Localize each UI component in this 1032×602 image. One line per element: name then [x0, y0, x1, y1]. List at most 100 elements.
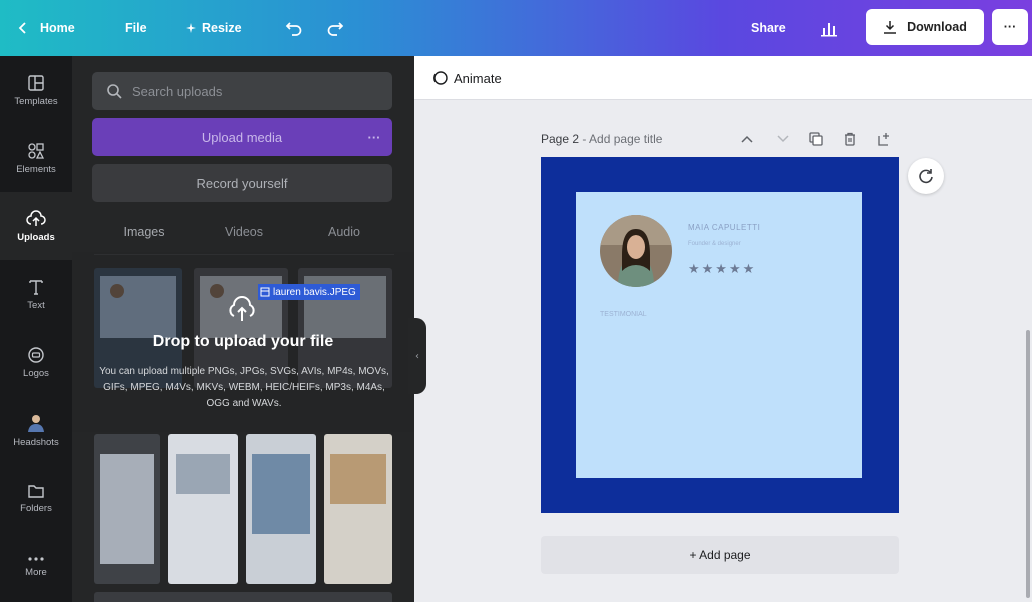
move-page-up-button[interactable]	[738, 130, 756, 148]
add-page-button[interactable]: + Add page	[541, 536, 899, 574]
rail-label: Text	[27, 299, 45, 311]
download-label: Download	[907, 20, 967, 34]
uploads-panel: Upload media ··· Record yourself Images …	[72, 56, 414, 602]
person-role[interactable]: Founder & designer	[688, 241, 741, 247]
uploads-icon	[26, 209, 46, 226]
profile-photo[interactable]	[600, 215, 672, 287]
profile-photo-image	[600, 215, 672, 287]
collapse-panel-handle[interactable]: ‹	[408, 318, 426, 394]
tab-videos[interactable]: Videos	[194, 216, 294, 248]
rail-item-logos[interactable]: Logos	[0, 328, 72, 396]
tab-label: Videos	[225, 225, 263, 239]
rail-item-more[interactable]: More	[0, 532, 72, 600]
testimonial-card[interactable]: MAIA CAPULETTI Founder & designer ★★★★★ …	[576, 192, 862, 478]
insights-button[interactable]	[820, 0, 838, 56]
thumbnail-preview	[330, 454, 386, 504]
regenerate-button[interactable]	[908, 158, 944, 194]
drop-subtitle: You can upload multiple PNGs, JPGs, SVGs…	[99, 366, 389, 409]
record-label: Record yourself	[196, 175, 288, 191]
upload-media-button[interactable]: Upload media ···	[92, 118, 392, 156]
more-options-button[interactable]: ···	[992, 9, 1028, 45]
share-button[interactable]: Share	[751, 0, 786, 56]
star-rating[interactable]: ★★★★★	[688, 262, 756, 277]
elements-icon	[28, 142, 45, 159]
person-name[interactable]: MAIA CAPULETTI	[688, 223, 760, 232]
dragged-file-tag: lauren bavis.JPEG	[258, 284, 360, 300]
delete-page-button[interactable]	[841, 130, 859, 148]
file-icon	[260, 287, 270, 297]
animate-icon	[433, 71, 448, 85]
page-number-label: Page 2	[541, 132, 580, 146]
folders-icon	[28, 484, 44, 498]
chevron-left-icon	[18, 22, 26, 34]
search-icon	[107, 84, 122, 99]
upload-media-label: Upload media	[201, 129, 283, 145]
page-header: Page 2 - Add page title	[541, 128, 899, 152]
duplicate-icon	[809, 132, 823, 146]
refresh-icon	[919, 169, 933, 184]
move-page-down-button[interactable]	[774, 130, 792, 148]
search-input[interactable]	[92, 72, 392, 110]
tab-audio[interactable]: Audio	[294, 216, 394, 248]
page-title[interactable]: Page 2 - Add page title	[541, 132, 662, 146]
rail-item-text[interactable]: Text	[0, 260, 72, 328]
upload-options-label: ···	[367, 129, 381, 145]
editor-toolbar: Animate	[414, 56, 1032, 100]
cloud-upload-icon	[229, 296, 255, 321]
upload-thumbnail-row	[94, 592, 392, 602]
rail-label: Uploads	[17, 231, 55, 243]
record-yourself-button[interactable]: Record yourself	[92, 164, 392, 202]
duplicate-page-button[interactable]	[807, 130, 825, 148]
animate-button[interactable]: Animate	[432, 56, 502, 100]
add-page-after-button[interactable]	[875, 130, 893, 148]
more-options-label: ···	[1003, 20, 1017, 34]
thumbnail-preview	[252, 454, 310, 534]
rail-item-templates[interactable]: Templates	[0, 56, 72, 124]
redo-button[interactable]	[326, 0, 344, 56]
rail-item-elements[interactable]: Elements	[0, 124, 72, 192]
headshots-icon	[28, 414, 44, 432]
undo-button[interactable]	[285, 0, 303, 56]
rail-item-headshots[interactable]: Headshots	[0, 396, 72, 464]
undo-icon	[285, 22, 302, 36]
rail-label: Elements	[16, 163, 56, 175]
home-label: Home	[40, 21, 75, 35]
redo-icon	[327, 22, 344, 36]
canvas-scrollbar[interactable]	[1026, 330, 1030, 598]
thumbnail-preview	[100, 454, 154, 564]
chevron-up-icon	[741, 135, 753, 143]
chevron-down-icon	[777, 135, 789, 143]
dragged-file-name: lauren bavis.JPEG	[273, 286, 356, 298]
share-label: Share	[751, 21, 786, 35]
download-button[interactable]: Download	[866, 9, 984, 45]
design-page[interactable]: MAIA CAPULETTI Founder & designer ★★★★★ …	[541, 157, 899, 513]
testimonial-text[interactable]: TESTIMONIAL	[600, 311, 647, 318]
rail-item-uploads[interactable]: Uploads	[0, 192, 72, 260]
templates-icon	[28, 74, 44, 91]
more-icon	[28, 556, 44, 561]
download-icon	[884, 21, 897, 34]
upload-thumbnail[interactable]	[324, 434, 392, 584]
logos-icon	[28, 346, 44, 363]
file-menu[interactable]: File	[125, 0, 147, 56]
resize-label: Resize	[202, 21, 242, 35]
file-label: File	[125, 21, 147, 35]
trash-icon	[845, 132, 855, 146]
page-title-hint: - Add page title	[579, 132, 663, 146]
top-bar: Home File Resize Share Download ···	[0, 0, 1032, 56]
home-button[interactable]: Home	[18, 0, 75, 56]
text-icon	[29, 279, 43, 295]
resize-button[interactable]: Resize	[186, 0, 242, 56]
add-page-label: + Add page	[689, 548, 751, 562]
bar-chart-icon	[821, 23, 837, 37]
upload-thumbnail[interactable]	[246, 434, 316, 584]
sparkle-icon	[186, 23, 196, 33]
upload-thumbnail[interactable]	[94, 434, 160, 584]
upload-thumbnail[interactable]	[168, 434, 238, 584]
rail-item-folders[interactable]: Folders	[0, 464, 72, 532]
animate-label: Animate	[454, 70, 502, 86]
tab-label: Audio	[328, 225, 360, 239]
upload-options-button[interactable]: ···	[356, 118, 392, 156]
tab-images[interactable]: Images	[94, 216, 194, 248]
rail-label: Folders	[20, 502, 52, 514]
